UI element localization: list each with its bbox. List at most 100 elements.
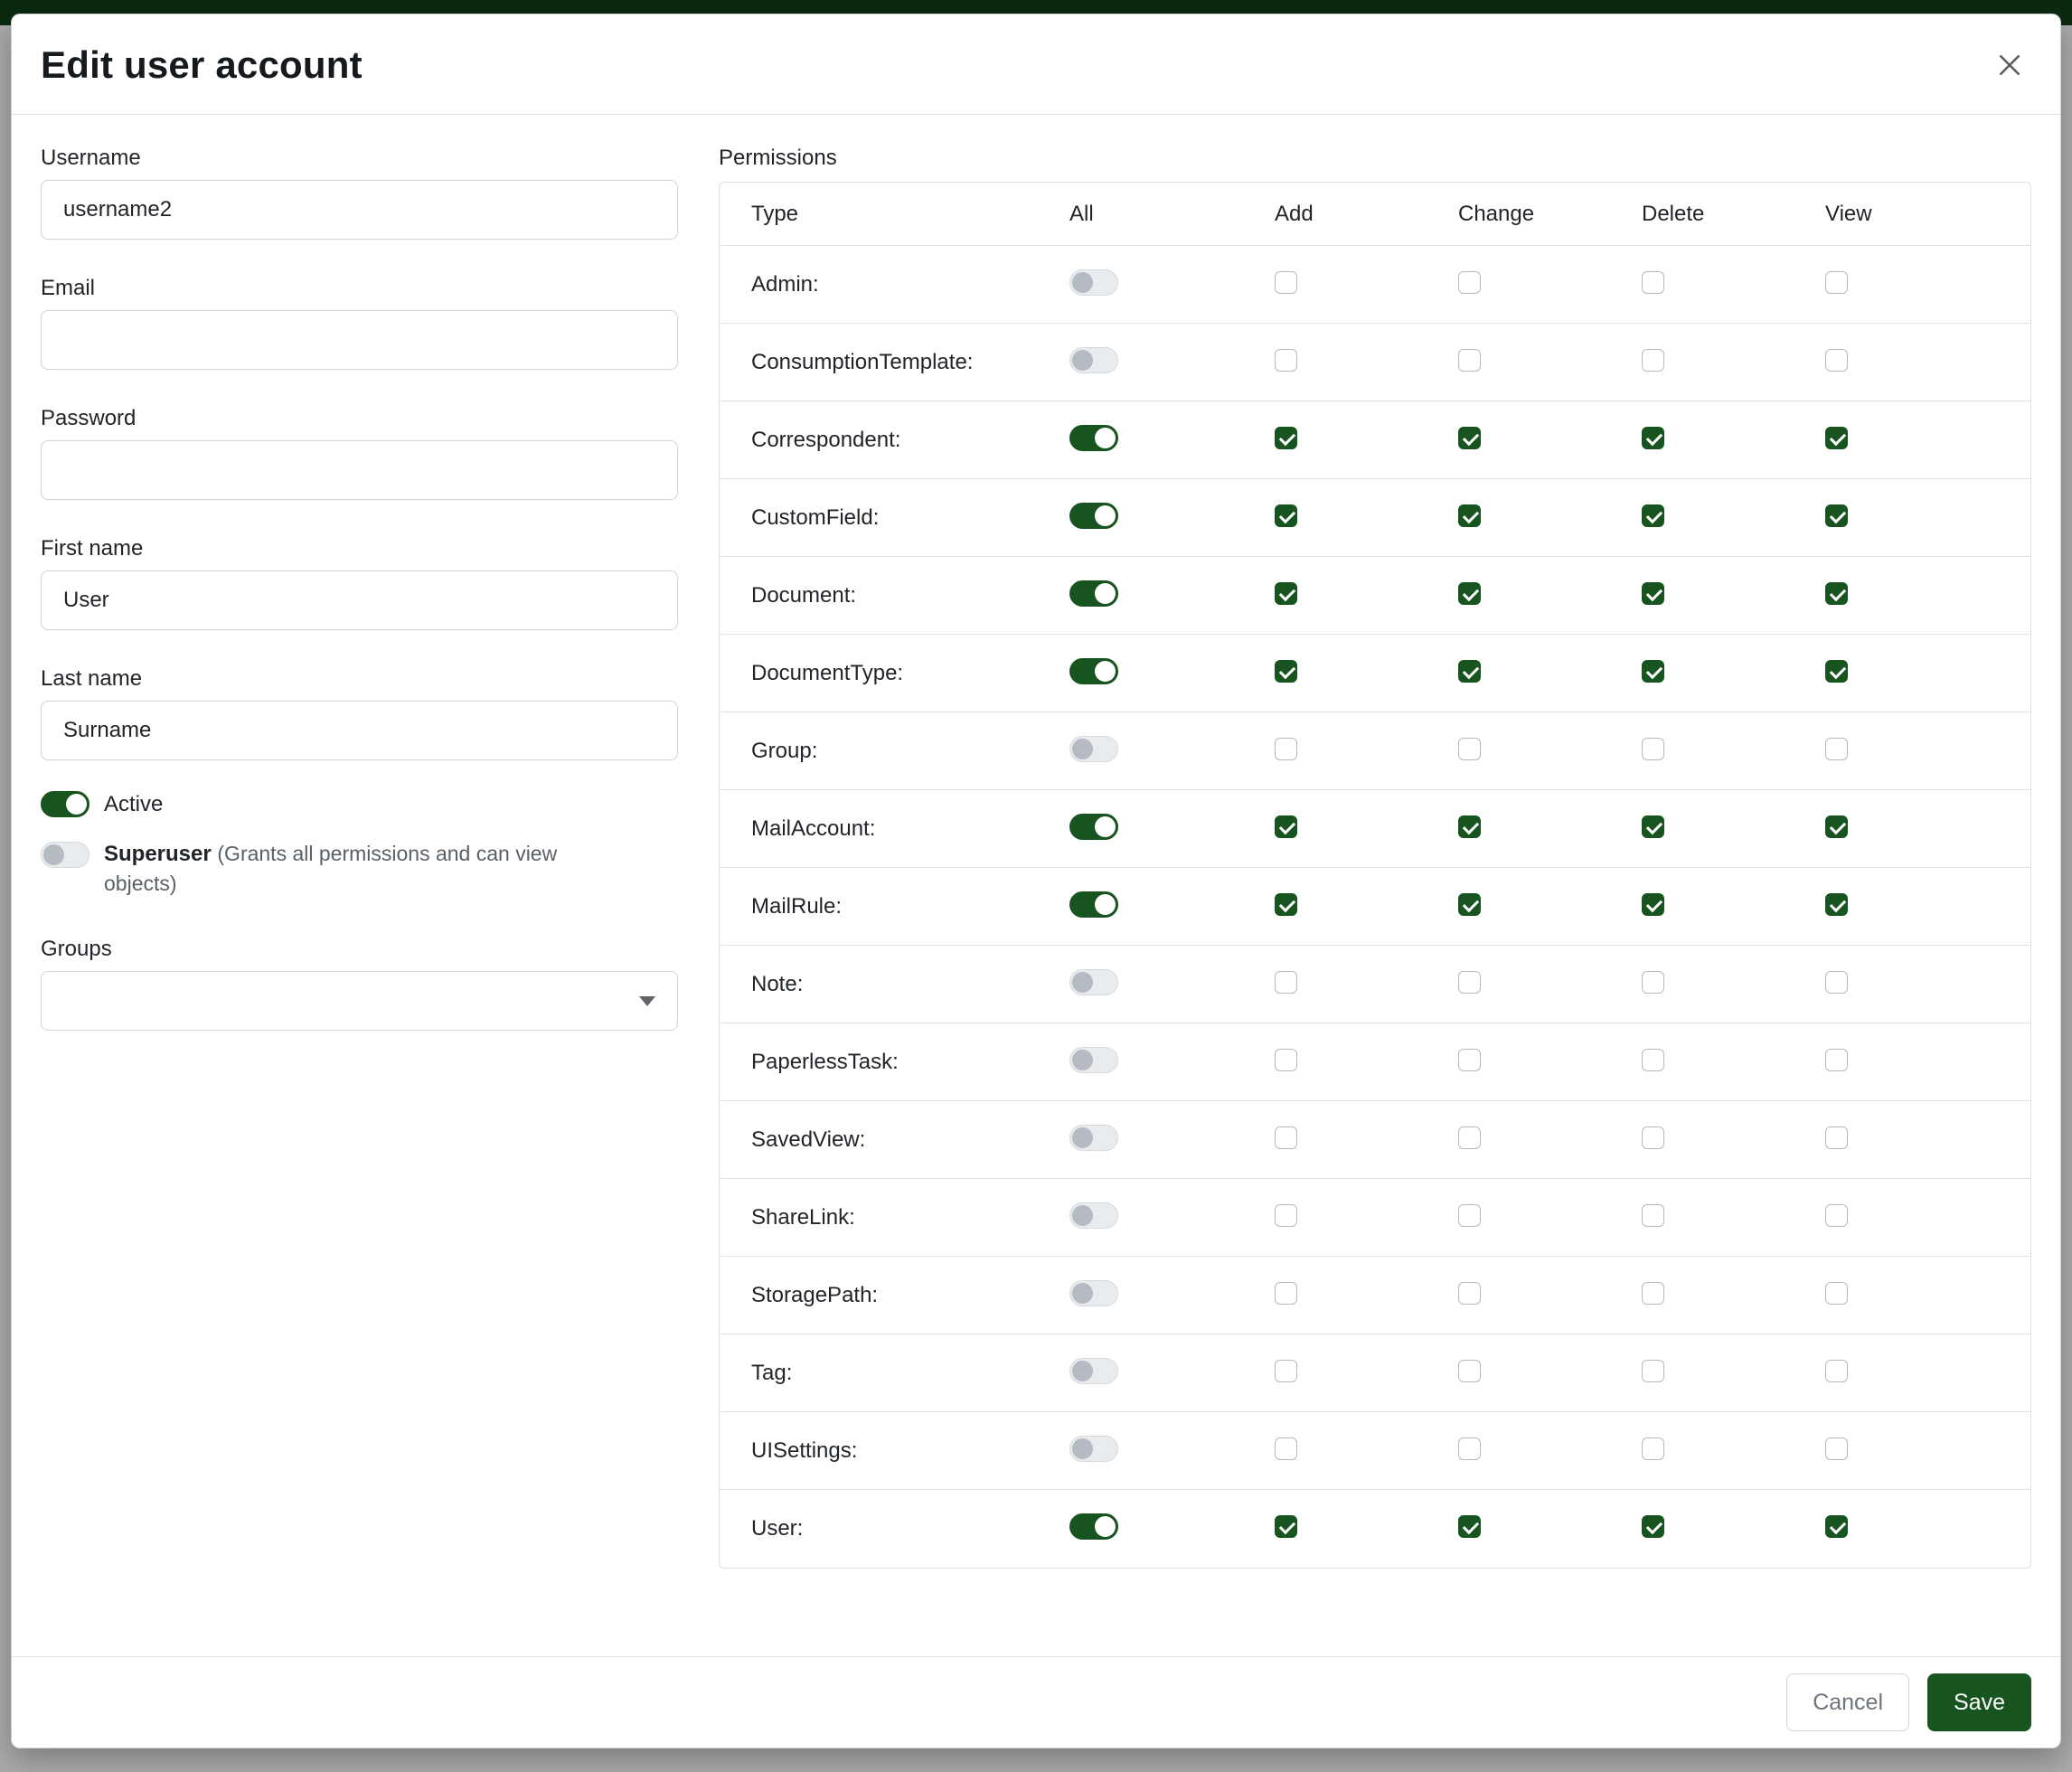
permission-view-checkbox[interactable] <box>1825 1515 1848 1538</box>
permission-delete-checkbox[interactable] <box>1642 1282 1664 1305</box>
permission-all-toggle[interactable] <box>1069 503 1118 529</box>
permission-change-checkbox[interactable] <box>1458 1282 1481 1305</box>
permission-change-checkbox[interactable] <box>1458 1126 1481 1149</box>
permission-all-toggle[interactable] <box>1069 425 1118 451</box>
permission-delete-checkbox[interactable] <box>1642 893 1664 916</box>
permission-delete-checkbox[interactable] <box>1642 427 1664 449</box>
permission-all-toggle[interactable] <box>1069 269 1118 296</box>
permission-delete-checkbox[interactable] <box>1642 1360 1664 1382</box>
permission-all-toggle[interactable] <box>1069 969 1118 995</box>
active-toggle[interactable] <box>41 791 89 817</box>
permission-add-checkbox[interactable] <box>1275 1282 1297 1305</box>
permission-all-toggle[interactable] <box>1069 1436 1118 1462</box>
last-name-input[interactable] <box>41 701 678 760</box>
permission-change-checkbox[interactable] <box>1458 582 1481 605</box>
permission-view-checkbox[interactable] <box>1825 1049 1848 1071</box>
permission-delete-checkbox[interactable] <box>1642 1437 1664 1460</box>
permission-delete-checkbox[interactable] <box>1642 1126 1664 1149</box>
permission-delete-checkbox[interactable] <box>1642 971 1664 994</box>
permission-add-checkbox[interactable] <box>1275 815 1297 838</box>
permission-delete-checkbox[interactable] <box>1642 504 1664 527</box>
cancel-button[interactable]: Cancel <box>1786 1673 1909 1731</box>
permission-add-checkbox[interactable] <box>1275 971 1297 994</box>
save-button[interactable]: Save <box>1927 1673 2031 1731</box>
permission-delete-checkbox[interactable] <box>1642 1515 1664 1538</box>
permission-all-toggle[interactable] <box>1069 1280 1118 1306</box>
permission-delete-checkbox[interactable] <box>1642 815 1664 838</box>
permission-delete-checkbox[interactable] <box>1642 1204 1664 1227</box>
permission-view-checkbox[interactable] <box>1825 1204 1848 1227</box>
permission-delete-checkbox[interactable] <box>1642 660 1664 683</box>
permission-all-toggle[interactable] <box>1069 1513 1118 1540</box>
permission-add-checkbox[interactable] <box>1275 1204 1297 1227</box>
permission-all-toggle[interactable] <box>1069 736 1118 762</box>
permission-all-toggle[interactable] <box>1069 1125 1118 1151</box>
permission-add-checkbox[interactable] <box>1275 660 1297 683</box>
superuser-toggle[interactable] <box>41 842 89 868</box>
permission-add-checkbox[interactable] <box>1275 1126 1297 1149</box>
permission-change-checkbox[interactable] <box>1458 427 1481 449</box>
permission-view-checkbox[interactable] <box>1825 1360 1848 1382</box>
groups-select[interactable] <box>41 971 678 1031</box>
permission-change-checkbox[interactable] <box>1458 738 1481 760</box>
permission-change-checkbox[interactable] <box>1458 660 1481 683</box>
permission-all-toggle[interactable] <box>1069 1358 1118 1384</box>
permission-view-checkbox[interactable] <box>1825 971 1848 994</box>
permission-view-checkbox[interactable] <box>1825 504 1848 527</box>
permission-delete-checkbox[interactable] <box>1642 349 1664 372</box>
permission-change-checkbox[interactable] <box>1458 1437 1481 1460</box>
permission-all-toggle[interactable] <box>1069 1047 1118 1073</box>
permission-view-checkbox[interactable] <box>1825 271 1848 294</box>
permission-change-checkbox[interactable] <box>1458 349 1481 372</box>
permission-view-checkbox[interactable] <box>1825 349 1848 372</box>
permission-add-checkbox[interactable] <box>1275 1360 1297 1382</box>
permission-delete-checkbox[interactable] <box>1642 1049 1664 1071</box>
permission-view-checkbox[interactable] <box>1825 427 1848 449</box>
permission-view-checkbox[interactable] <box>1825 893 1848 916</box>
permission-add-checkbox[interactable] <box>1275 349 1297 372</box>
permission-add-checkbox[interactable] <box>1275 893 1297 916</box>
permission-change-checkbox[interactable] <box>1458 271 1481 294</box>
permission-add-checkbox[interactable] <box>1275 1437 1297 1460</box>
email-input[interactable] <box>41 310 678 370</box>
permission-delete-checkbox[interactable] <box>1642 582 1664 605</box>
permission-change-checkbox[interactable] <box>1458 504 1481 527</box>
permission-add-checkbox[interactable] <box>1275 582 1297 605</box>
permission-all-toggle[interactable] <box>1069 658 1118 684</box>
first-name-input[interactable] <box>41 570 678 630</box>
permission-view-checkbox[interactable] <box>1825 1126 1848 1149</box>
permission-add-checkbox[interactable] <box>1275 271 1297 294</box>
permission-all-toggle[interactable] <box>1069 1202 1118 1229</box>
permission-view-checkbox[interactable] <box>1825 1282 1848 1305</box>
permission-change-checkbox[interactable] <box>1458 1204 1481 1227</box>
permission-add-checkbox[interactable] <box>1275 1515 1297 1538</box>
permission-add-checkbox[interactable] <box>1275 1049 1297 1071</box>
password-input[interactable] <box>41 440 678 500</box>
last-name-group: Last name <box>41 666 678 760</box>
permission-view-checkbox[interactable] <box>1825 660 1848 683</box>
permission-view-checkbox[interactable] <box>1825 815 1848 838</box>
permission-view-checkbox[interactable] <box>1825 1437 1848 1460</box>
toggle-knob <box>1072 350 1093 371</box>
groups-group: Groups <box>41 937 678 1031</box>
permission-change-checkbox[interactable] <box>1458 815 1481 838</box>
permission-all-toggle[interactable] <box>1069 347 1118 373</box>
permission-change-checkbox[interactable] <box>1458 1360 1481 1382</box>
permission-delete-checkbox[interactable] <box>1642 271 1664 294</box>
permission-add-checkbox[interactable] <box>1275 504 1297 527</box>
permission-all-toggle[interactable] <box>1069 814 1118 840</box>
permission-change-checkbox[interactable] <box>1458 1049 1481 1071</box>
permission-view-checkbox[interactable] <box>1825 582 1848 605</box>
permission-change-checkbox[interactable] <box>1458 1515 1481 1538</box>
permission-all-toggle[interactable] <box>1069 891 1118 918</box>
permission-delete-checkbox[interactable] <box>1642 738 1664 760</box>
username-input[interactable] <box>41 180 678 240</box>
permission-view-checkbox[interactable] <box>1825 738 1848 760</box>
permission-change-checkbox[interactable] <box>1458 971 1481 994</box>
close-button[interactable] <box>1986 42 2033 89</box>
toggle-knob <box>1072 272 1093 293</box>
permission-all-toggle[interactable] <box>1069 580 1118 607</box>
permission-add-checkbox[interactable] <box>1275 427 1297 449</box>
permission-change-checkbox[interactable] <box>1458 893 1481 916</box>
permission-add-checkbox[interactable] <box>1275 738 1297 760</box>
